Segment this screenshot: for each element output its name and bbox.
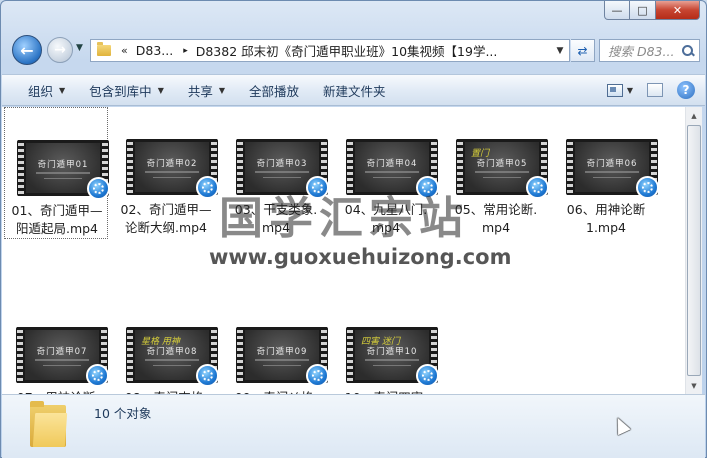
back-arrow-icon: ← (20, 40, 34, 60)
watermark-url: www.guoxuehuizong.com (209, 245, 512, 269)
search-box[interactable]: 搜索 D83... (599, 39, 700, 62)
explorer-window: — □ ✕ ← → ▼ « D83... ▸ D8382 邱末初《奇门遁甲职业班… (0, 0, 707, 458)
file-item[interactable]: 奇门遁甲06 06、用神论断 1.mp4 (554, 107, 659, 239)
toolbar-play-all[interactable]: 全部播放 (237, 81, 311, 100)
media-player-icon (636, 176, 659, 199)
toolbar-share[interactable]: 共享 ▼ (176, 81, 237, 100)
forward-button[interactable]: → (47, 37, 73, 63)
toolbar-play-all-label: 全部播放 (249, 83, 300, 99)
toolbar-organize[interactable]: 组织 ▼ (2, 81, 77, 100)
media-player-icon (86, 364, 109, 387)
address-separator-arrow[interactable]: ▸ (183, 46, 188, 56)
toolbar-new-folder[interactable]: 新建文件夹 (311, 81, 398, 100)
media-player-icon (196, 364, 219, 387)
address-overflow-chevron[interactable]: « (121, 44, 128, 57)
forward-arrow-icon: → (54, 42, 66, 58)
address-dropdown-button[interactable]: ▼ (551, 46, 569, 56)
mouse-cursor-icon (611, 414, 631, 436)
object-count: 10 个对象 (94, 406, 152, 421)
thumbnail-title: 奇门遁甲02 (146, 159, 198, 169)
view-icon (606, 83, 623, 97)
command-bar: 组织 ▼ 包含到库中 ▼ 共享 ▼ 全部播放 新建文件夹 ▼ ? (2, 74, 705, 106)
media-player-icon (306, 364, 329, 387)
folder-icon (97, 42, 111, 56)
file-name: 02、奇门遁甲— 论断大纲.mp4 (114, 201, 218, 237)
chevron-down-icon: ▼ (218, 85, 226, 95)
refresh-icon: ⇄ (577, 43, 588, 58)
details-pane: 10 个对象 (2, 394, 705, 458)
preview-pane-icon[interactable] (647, 83, 663, 97)
file-item[interactable]: 奇门遁甲02 02、奇门遁甲— 论断大纲.mp4 (114, 107, 219, 239)
file-name-line2: 1.mp4 (586, 220, 626, 235)
toolbar-include-label: 包含到库中 (89, 83, 152, 99)
file-item[interactable]: 奇门遁甲01 01、奇门遁甲— 阳遁起局.mp4 (4, 107, 110, 239)
media-player-icon (416, 364, 439, 387)
vertical-scrollbar[interactable]: ▲ ▼ (685, 107, 702, 394)
address-bar[interactable]: « D83... ▸ D8382 邱末初《奇门遁甲职业班》10集视频【19学..… (90, 39, 570, 62)
chevron-down-icon: ▼ (157, 85, 164, 95)
toolbar-organize-label: 组织 (28, 83, 54, 99)
toolbar-right-group: ▼ ? (606, 81, 695, 99)
watermark-text: 国学汇宗站 (219, 193, 469, 244)
chevron-down-icon: ▼ (626, 85, 633, 95)
media-player-icon (196, 176, 219, 199)
search-icon[interactable] (681, 44, 695, 58)
thumbnail-title: 奇门遁甲05 (476, 159, 528, 169)
address-segment-current[interactable]: D8382 邱末初《奇门遁甲职业班》10集视频【19学... (196, 41, 551, 60)
toolbar-share-label: 共享 (187, 83, 213, 99)
maximize-button[interactable]: □ (630, 1, 656, 20)
scroll-up-arrow[interactable]: ▲ (686, 107, 702, 124)
back-button[interactable]: ← (12, 35, 42, 65)
folder-icon (30, 401, 68, 447)
media-player-icon (87, 177, 110, 200)
scroll-thumb[interactable] (687, 125, 701, 376)
recent-pages-dropdown[interactable]: ▼ (76, 43, 83, 53)
thumbnail-title: 奇门遁甲06 (586, 159, 638, 169)
search-input[interactable]: 搜索 D83... (600, 41, 681, 60)
file-name: 01、奇门遁甲— 阳遁起局.mp4 (5, 202, 109, 238)
close-button[interactable]: ✕ (656, 1, 700, 20)
thumbnail-title: 奇门遁甲03 (256, 159, 308, 169)
minimize-button[interactable]: — (604, 1, 630, 20)
change-view-button[interactable]: ▼ (606, 83, 633, 97)
caption-buttons: — □ ✕ (604, 1, 700, 20)
help-icon[interactable]: ? (677, 81, 695, 99)
toolbar-new-folder-label: 新建文件夹 (323, 83, 386, 99)
thumbnail-title: 奇门遁甲09 (256, 347, 308, 357)
file-name-line2: 阳遁起局.mp4 (15, 221, 99, 236)
scroll-down-arrow[interactable]: ▼ (686, 377, 702, 394)
file-name-line2: 论断大纲.mp4 (124, 220, 208, 235)
thumbnail-title: 奇门遁甲10 (366, 347, 418, 357)
thumbnail-title: 奇门遁甲08 (146, 347, 198, 357)
navigation-bar: ← → ▼ « D83... ▸ D8382 邱末初《奇门遁甲职业班》10集视频… (9, 34, 700, 68)
thumbnail-title: 奇门遁甲07 (36, 347, 88, 357)
file-name-line1: 06、用神论断 (566, 202, 646, 217)
thumbnail-title: 奇门遁甲01 (37, 160, 89, 170)
refresh-button[interactable]: ⇄ (571, 39, 595, 62)
file-name-line1: 02、奇门遁甲— (120, 202, 212, 217)
address-segment-parent[interactable]: D83... (136, 43, 173, 58)
chevron-down-icon: ▼ (59, 85, 66, 95)
toolbar-include-in-library[interactable]: 包含到库中 ▼ (77, 81, 176, 100)
media-player-icon (526, 176, 549, 199)
file-name-line1: 01、奇门遁甲— (11, 203, 103, 218)
thumbnail-title: 奇门遁甲04 (366, 159, 418, 169)
file-name: 06、用神论断 1.mp4 (554, 201, 658, 237)
